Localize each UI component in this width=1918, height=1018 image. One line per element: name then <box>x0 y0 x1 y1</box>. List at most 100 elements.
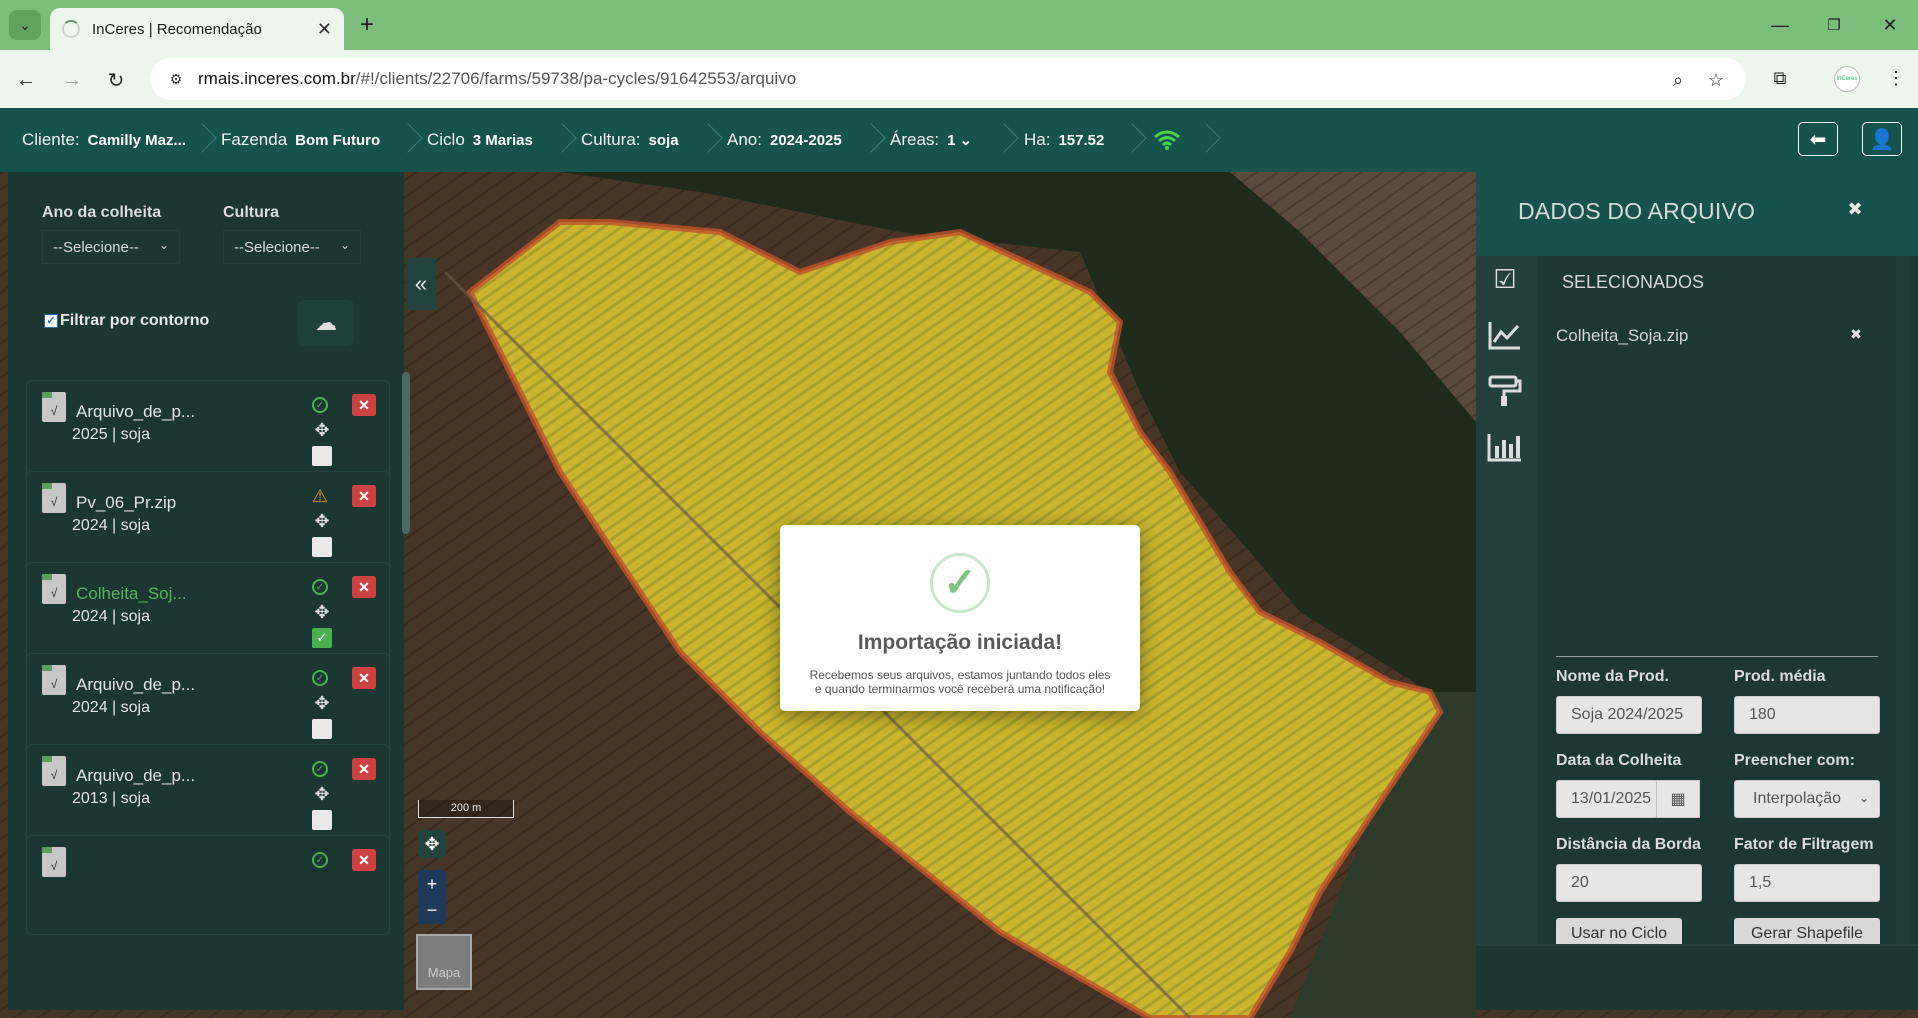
file-list-scrollbar[interactable] <box>402 372 410 534</box>
delete-button[interactable]: ✕ <box>352 667 376 689</box>
panel-close-icon[interactable]: ✖ <box>1842 196 1868 222</box>
file-card[interactable]: √ Arquivo_de_p... 2013 | soja ✓ ✕ ✥ <box>26 744 390 844</box>
move-arrows-icon[interactable]: ✥ <box>312 693 332 713</box>
file-checkbox[interactable] <box>312 537 332 557</box>
file-document-icon: √ <box>42 756 66 786</box>
file-name: Colheita_Soj... <box>76 584 187 603</box>
fator-filtragem-input[interactable]: 1,5 <box>1734 864 1880 902</box>
modal-message: Recebemos seus arquivos, estamos juntand… <box>809 668 1111 696</box>
delete-button[interactable]: ✕ <box>352 394 376 416</box>
file-document-icon: √ <box>42 392 66 422</box>
app-header: Cliente: Camilly Maz... Fazenda Bom Futuro… <box>0 108 1918 172</box>
browser-tab[interactable]: InCeres | Recomendação ✕ <box>50 8 344 50</box>
move-arrows-icon[interactable]: ✥ <box>312 511 332 531</box>
contour-filter-checkbox[interactable]: ✓ <box>44 314 58 328</box>
address-bar[interactable]: ⚙ rmais.inceres.com.br/#!/clients/22706/… <box>150 58 1746 100</box>
file-document-icon: √ <box>42 665 66 695</box>
selected-file-name: Colheita_Soja.zip <box>1556 326 1689 345</box>
delete-button[interactable]: ✕ <box>352 576 376 598</box>
forward-arrow-icon[interactable]: → <box>56 64 88 96</box>
move-arrows-icon[interactable]: ✥ <box>312 602 332 622</box>
window-close-icon[interactable]: ✕ <box>1870 10 1910 40</box>
tab-search-chevron-icon[interactable]: ⌄ <box>9 10 41 40</box>
remove-file-icon[interactable]: ✖ <box>1846 324 1866 344</box>
browser-toolbar: ← → ↻ ⚙ rmais.inceres.com.br/#!/clients/… <box>0 50 1918 108</box>
file-checkbox[interactable] <box>312 810 332 830</box>
crumb-fazenda[interactable]: Fazenda Bom Futuro <box>221 108 380 172</box>
file-checkbox[interactable] <box>312 719 332 739</box>
delete-button[interactable]: ✕ <box>352 758 376 780</box>
status-ok-icon: ✓ <box>312 397 328 413</box>
cultura-label: Cultura <box>223 204 279 221</box>
move-arrows-icon[interactable]: ✥ <box>312 420 332 440</box>
line-chart-icon[interactable] <box>1484 314 1526 356</box>
file-name: Arquivo_de_p... <box>76 766 196 785</box>
ano-colheita-label: Ano da colheita <box>42 204 162 221</box>
crumb-cliente[interactable]: Cliente: Camilly Maz... <box>22 108 186 172</box>
user-icon: 👤 <box>1869 128 1895 151</box>
ano-colheita-select[interactable]: --Selecione-- ⌄ <box>42 230 180 264</box>
distancia-borda-input[interactable]: 20 <box>1556 864 1702 902</box>
back-arrow-icon[interactable]: ← <box>10 64 42 96</box>
file-card[interactable]: √ Arquivo_de_p... 2025 | soja ✓ ✕ ✥ <box>26 380 390 480</box>
check-square-icon[interactable]: ☑ <box>1484 258 1526 300</box>
file-name: Pv_06_Pr.zip <box>76 493 177 512</box>
map-layer-switcher[interactable]: Mapa <box>416 934 472 990</box>
success-check-icon: ✓ <box>930 553 990 613</box>
delete-button[interactable]: ✕ <box>352 485 376 507</box>
file-card[interactable]: √ ✓ ✕ <box>26 835 390 935</box>
user-button[interactable]: 👤 <box>1862 122 1902 156</box>
collapse-panel-button[interactable]: « <box>406 258 436 310</box>
crumb-ciclo[interactable]: Ciclo 3 Marias <box>427 108 533 172</box>
delete-button[interactable]: ✕ <box>352 849 376 871</box>
loading-spinner-icon <box>62 20 80 38</box>
file-checkbox-checked[interactable]: ✓ <box>312 628 332 648</box>
section-title: SELECIONADOS <box>1562 272 1705 292</box>
crumb-cultura[interactable]: Cultura: soja <box>581 108 679 172</box>
zoom-out-button[interactable]: − <box>418 896 446 924</box>
back-button[interactable]: ⬅ <box>1798 122 1838 156</box>
file-card[interactable]: √ Pv_06_Pr.zip 2024 | soja ⚠ ✕ ✥ <box>26 471 390 571</box>
file-card[interactable]: √ Arquivo_de_p... 2024 | soja ✓ ✕ ✥ <box>26 653 390 753</box>
preencher-select[interactable]: Interpolação ⌄ <box>1734 780 1880 818</box>
new-tab-plus-icon[interactable]: + <box>352 10 382 40</box>
calendar-icon[interactable]: ▦ <box>1656 780 1700 818</box>
bookmark-star-icon[interactable]: ☆ <box>1704 68 1728 92</box>
fator-filtragem-label: Fator de Filtragem <box>1734 836 1874 853</box>
browser-menu-icon[interactable]: ⋮ <box>1880 62 1912 94</box>
extensions-puzzle-icon[interactable]: ⧉ <box>1764 62 1796 94</box>
paint-roller-icon[interactable] <box>1484 370 1526 412</box>
cultura-select[interactable]: --Selecione-- ⌄ <box>223 230 361 264</box>
divider <box>1556 656 1878 657</box>
file-list: √ Arquivo_de_p... 2025 | soja ✓ ✕ ✥ √ Pv… <box>16 368 396 958</box>
file-card[interactable]: √ Colheita_Soj... 2024 | soja ✓ ✕ ✥ ✓ <box>26 562 390 662</box>
move-arrows-icon[interactable]: ✥ <box>312 784 332 804</box>
tab-close-icon[interactable]: ✕ <box>317 19 332 40</box>
upload-button[interactable]: ☁ <box>298 300 354 346</box>
tab-title: InCeres | Recomendação <box>92 20 262 38</box>
reload-icon[interactable]: ↻ <box>100 64 132 96</box>
data-colheita-input[interactable]: 13/01/2025 <box>1556 780 1658 818</box>
crumb-ha: Ha: 157.52 <box>1024 130 1105 149</box>
double-chevron-left-icon: « <box>414 271 428 296</box>
zoom-icon[interactable]: ⌕ <box>1666 68 1690 92</box>
site-settings-icon[interactable]: ⚙ <box>166 69 186 89</box>
crumb-areas[interactable]: Áreas: 1 ⌄ <box>890 108 972 172</box>
status-ok-icon: ✓ <box>312 579 328 595</box>
restore-icon[interactable]: ❐ <box>1814 10 1854 40</box>
file-checkbox[interactable] <box>312 446 332 466</box>
crumb-ano[interactable]: Ano: 2024-2025 <box>727 108 842 172</box>
import-started-modal: ✓ Importação iniciada! Recebemos seus ar… <box>780 525 1140 711</box>
panel-scrollbar[interactable] <box>1896 256 1910 946</box>
status-ok-icon: ✓ <box>312 670 328 686</box>
file-meta: 2024 | soja <box>72 699 150 716</box>
pan-arrows-icon[interactable]: ✥ <box>418 830 446 858</box>
minimize-icon[interactable]: — <box>1760 10 1800 40</box>
status-ok-icon: ✓ <box>312 852 328 868</box>
zoom-in-button[interactable]: + <box>418 870 446 898</box>
bar-chart-icon[interactable] <box>1484 426 1526 468</box>
profile-avatar[interactable]: InCeres <box>1834 66 1860 92</box>
nome-prod-input[interactable]: Soja 2024/2025 <box>1556 696 1702 734</box>
file-data-panel: DADOS DO ARQUIVO ✖ ☑ SELECIONADOS Colhei… <box>1476 172 1918 1010</box>
prod-media-input[interactable]: 180 <box>1734 696 1880 734</box>
